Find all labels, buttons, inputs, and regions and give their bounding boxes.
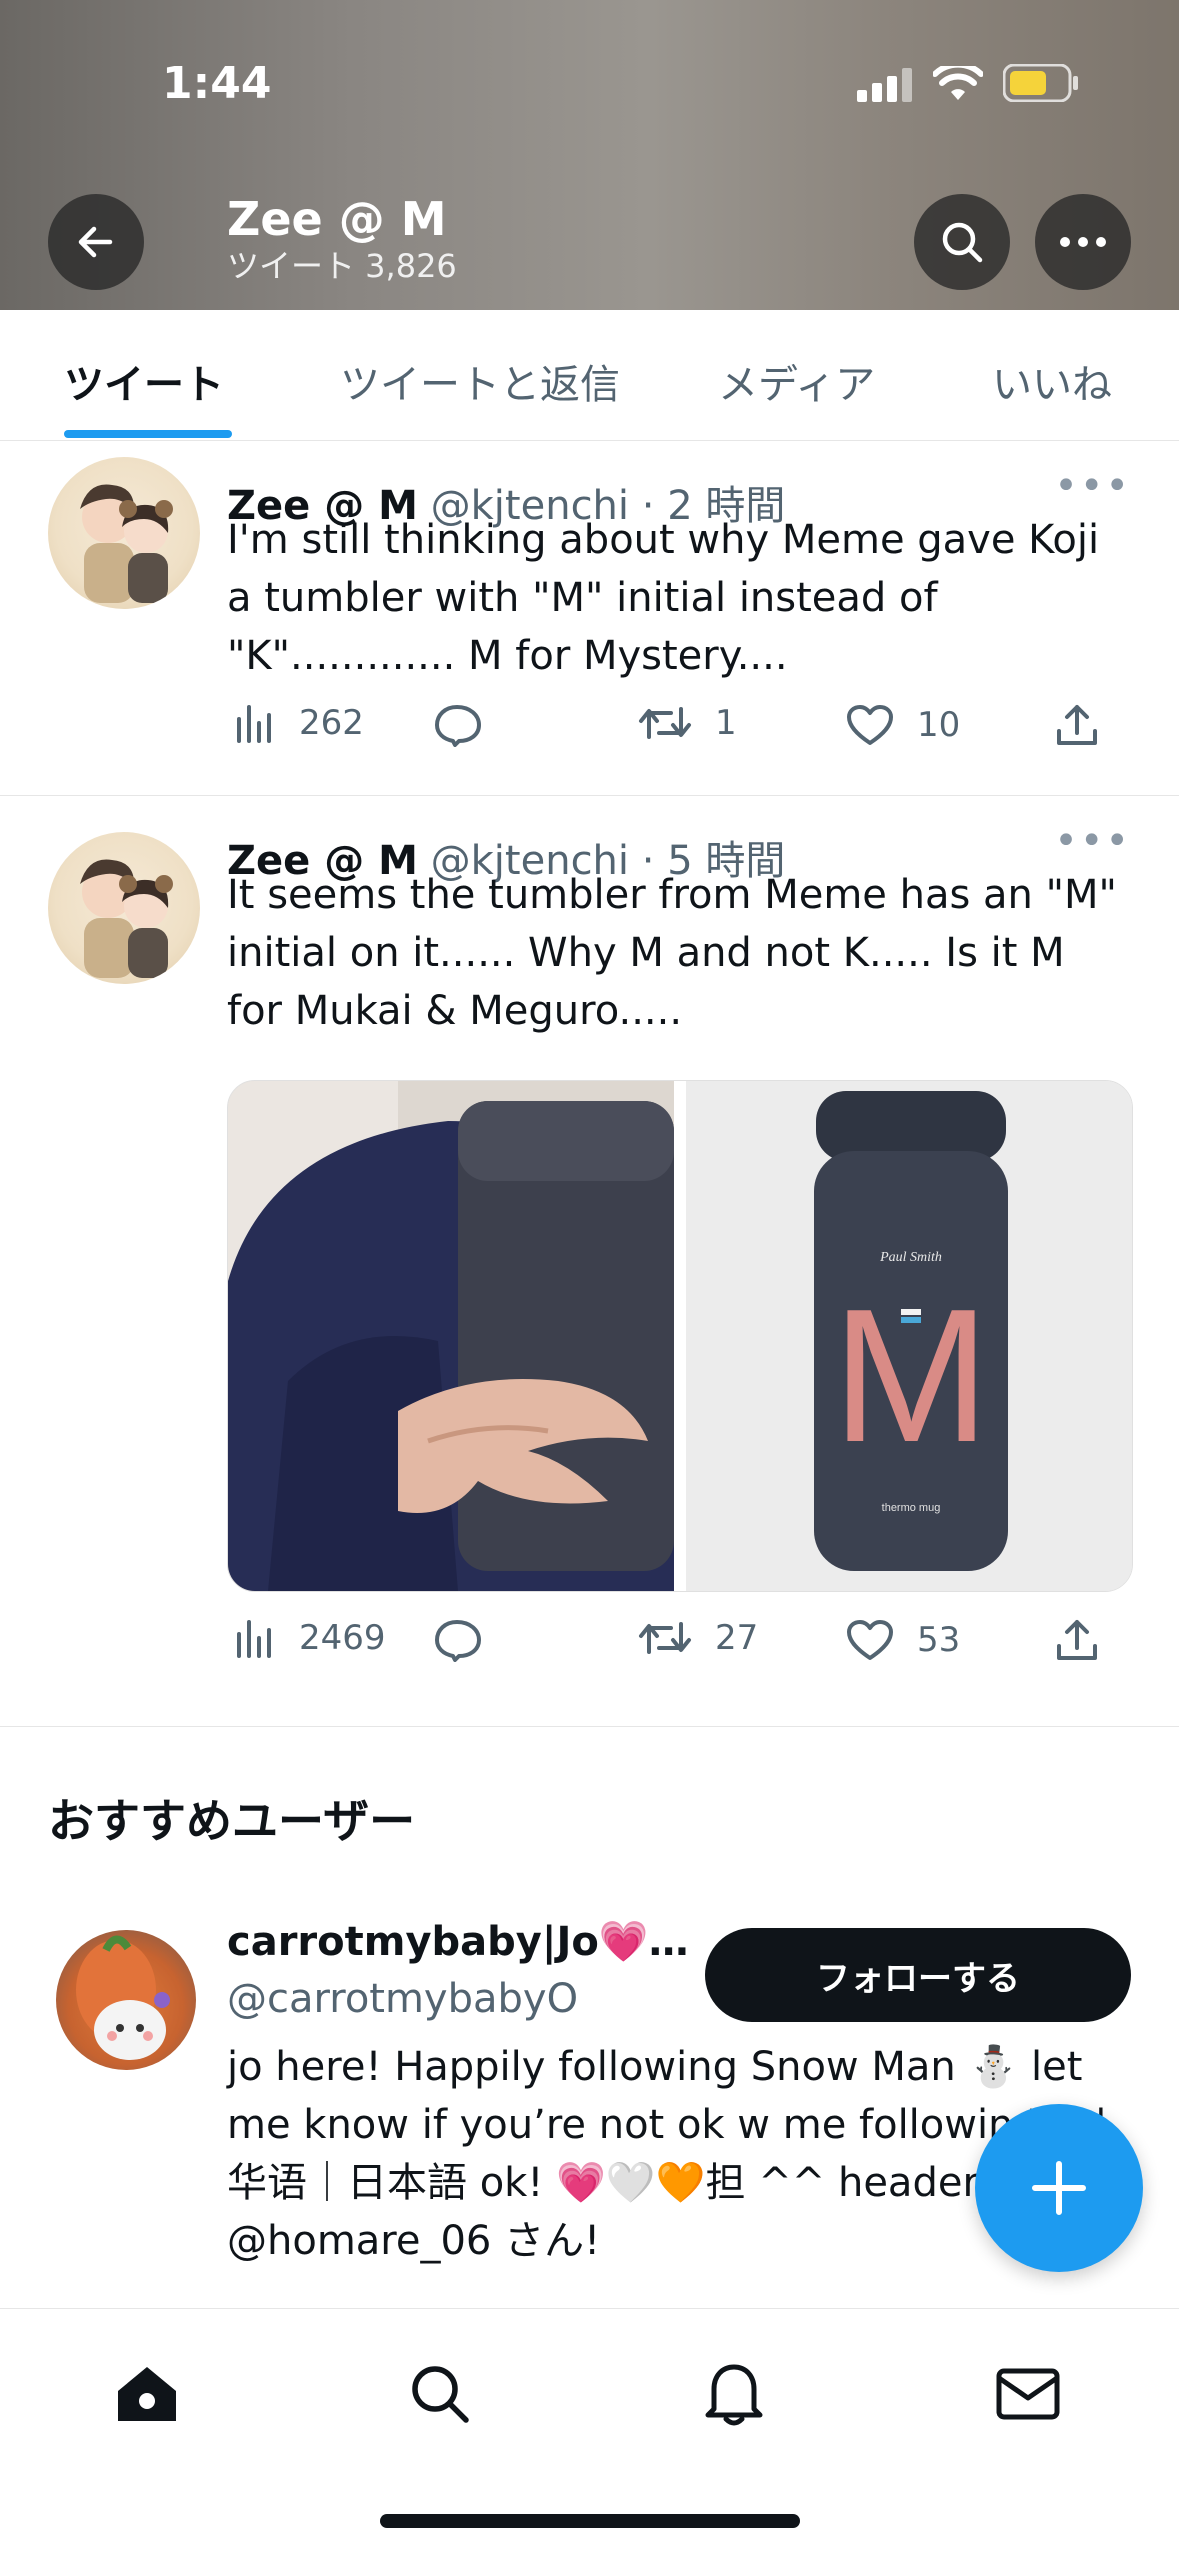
media-image-left[interactable]: [228, 1081, 674, 1591]
profile-tabs: ツイート ツイートと返信 メディア いいね: [0, 310, 1179, 441]
heart-icon: [847, 1620, 893, 1660]
suggested-user-name[interactable]: carrotmybaby|Jo💗…: [227, 1918, 697, 1965]
bar-chart-icon: [237, 705, 271, 743]
tweet-count: ツイート 3,826: [227, 247, 457, 285]
back-button[interactable]: [48, 194, 144, 290]
tab-tweets[interactable]: ツイート: [64, 352, 224, 410]
search-button[interactable]: [914, 194, 1010, 290]
bell-icon: [705, 2364, 763, 2426]
views-button[interactable]: 262: [235, 703, 364, 743]
active-tab-indicator: [64, 430, 232, 438]
search-icon: [942, 222, 983, 263]
retweet-button[interactable]: 27: [637, 1618, 758, 1658]
reply-button[interactable]: [433, 703, 505, 747]
avatar[interactable]: [48, 457, 200, 609]
status-time: 1:44: [162, 58, 272, 109]
retweet-button[interactable]: 1: [637, 703, 737, 743]
views-count: 2469: [299, 1618, 386, 1658]
share-icon: [1057, 705, 1097, 745]
tweet-text: I'm still thinking about why Meme gave K…: [227, 517, 1100, 679]
nav-search[interactable]: [395, 2349, 485, 2439]
retweet-count: 1: [715, 703, 737, 743]
tweet-more-icon[interactable]: •••: [1054, 818, 1131, 864]
home-indicator: [380, 2514, 800, 2528]
tweet-more-icon[interactable]: •••: [1054, 463, 1131, 509]
suggested-user-avatar[interactable]: [56, 1930, 196, 2070]
bottle-brand: Paul Smith: [879, 1250, 942, 1265]
media-image-right[interactable]: Paul Smith M thermo mug: [686, 1081, 1132, 1591]
retweet-icon: [639, 1622, 691, 1654]
reply-icon: [435, 705, 481, 747]
more-button[interactable]: [1035, 194, 1131, 290]
avatar[interactable]: [48, 832, 200, 984]
bottle-letter: M: [832, 1270, 990, 1482]
tweet-actions: 262 1 10: [227, 703, 1107, 763]
tweet-text: It seems the tumbler from Meme has an "M…: [227, 872, 1117, 1034]
photo-tumbler: Paul Smith M thermo mug: [686, 1081, 1132, 1591]
signal-icon: [857, 68, 912, 102]
tweet-actions: 2469 27 53: [227, 1618, 1107, 1678]
profile-header: 1:44 Zee @ M ツイート 3,826: [0, 0, 1179, 310]
retweet-icon: [639, 707, 691, 739]
tweet-media[interactable]: Paul Smith M thermo mug: [227, 1080, 1133, 1592]
like-button[interactable]: 53: [845, 1618, 960, 1662]
tab-media[interactable]: メディア: [718, 352, 875, 410]
bottle-small-text: thermo mug: [882, 1502, 941, 1514]
heart-icon: [847, 705, 893, 745]
compose-button[interactable]: [975, 2104, 1143, 2272]
nav-messages[interactable]: [983, 2349, 1073, 2439]
share-button[interactable]: [1055, 703, 1099, 747]
follow-button[interactable]: フォローする: [705, 1928, 1131, 2022]
more-icon: [1060, 237, 1106, 247]
plus-icon: [1032, 2161, 1086, 2215]
arrow-left-icon: [78, 226, 113, 258]
divider: [0, 1726, 1179, 1727]
nav-home[interactable]: [102, 2349, 192, 2439]
reply-button[interactable]: [433, 1618, 505, 1662]
nav-notifications[interactable]: [689, 2349, 779, 2439]
like-button[interactable]: 10: [845, 703, 960, 747]
reply-icon: [435, 1620, 481, 1662]
views-button[interactable]: 2469: [235, 1618, 386, 1658]
home-icon: [118, 2367, 176, 2421]
like-count: 10: [917, 705, 961, 745]
status-icons: [857, 64, 1079, 102]
avatar-plush: [76, 1935, 170, 2060]
avatar-illustration: [80, 859, 173, 978]
battery-icon: [1003, 64, 1078, 102]
profile-name: Zee @ M: [227, 192, 447, 246]
retweet-count: 27: [715, 1618, 759, 1658]
tab-likes[interactable]: いいね: [992, 352, 1112, 410]
share-button[interactable]: [1055, 1618, 1099, 1662]
wifi-icon: [933, 66, 983, 100]
tweet[interactable]: Zee @ M @kjtenchi · 2 時間 ••• I'm still t…: [0, 441, 1179, 795]
avatar-illustration: [80, 484, 173, 603]
suggested-user-handle[interactable]: @carrotmybabyO: [227, 1976, 578, 2022]
tab-tweets-replies[interactable]: ツイートと返信: [340, 352, 620, 410]
bar-chart-icon: [237, 1620, 271, 1658]
suggestions-title: おすすめユーザー: [48, 1794, 416, 1848]
search-icon: [412, 2366, 469, 2423]
like-count: 53: [917, 1620, 961, 1660]
mail-icon: [996, 2368, 1060, 2420]
photo-hand-bottle: [228, 1081, 674, 1591]
share-icon: [1057, 1620, 1097, 1660]
views-count: 262: [299, 703, 364, 743]
